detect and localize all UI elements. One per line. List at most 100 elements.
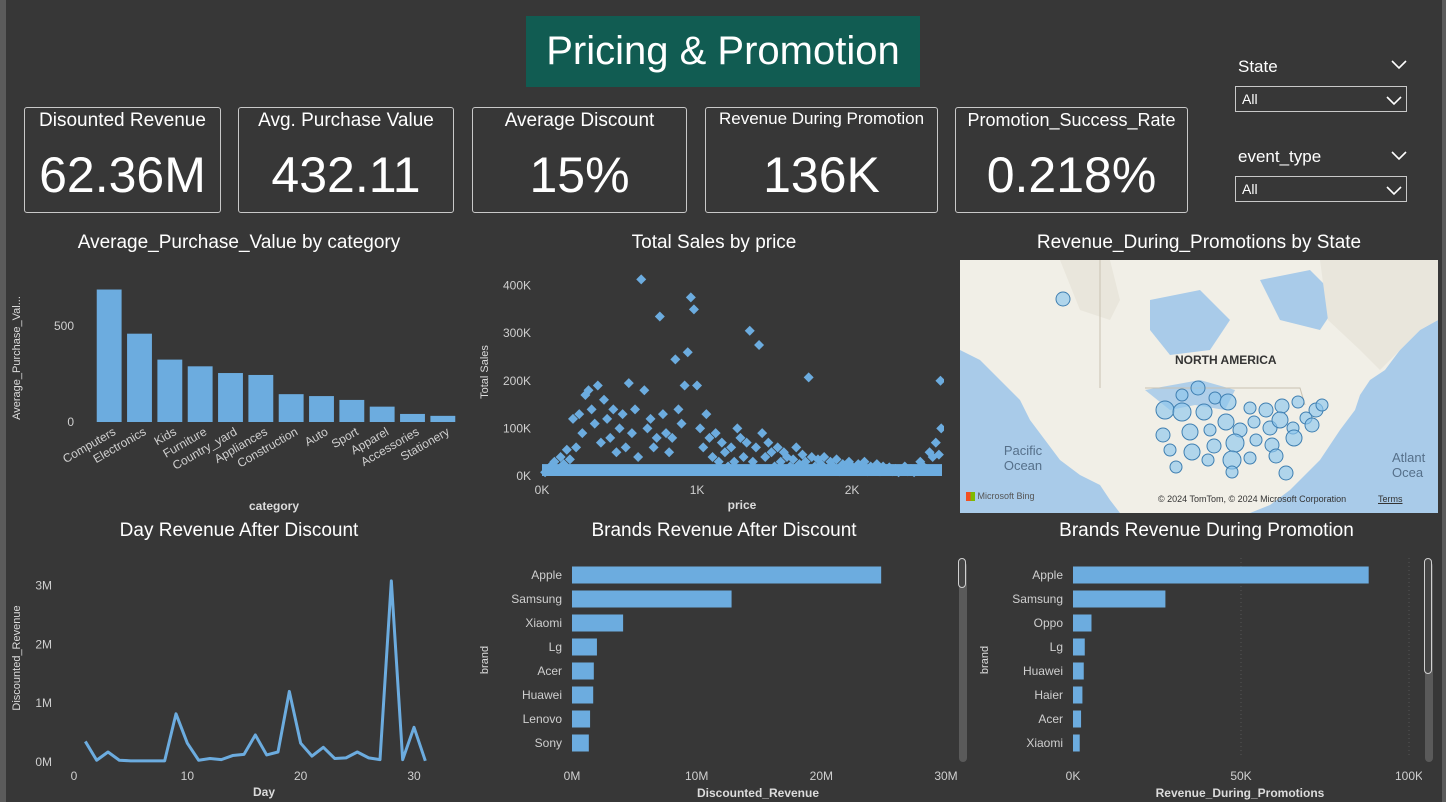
bar xyxy=(572,638,597,656)
y-tick-label: 0K xyxy=(516,469,531,483)
bar xyxy=(1073,566,1369,584)
kpi-label: Disounted Revenue xyxy=(39,110,206,131)
scatter-point xyxy=(611,447,622,458)
state-slicer-value: All xyxy=(1242,91,1258,107)
scatter-point xyxy=(744,325,755,336)
x-tick-label: 30M xyxy=(934,769,957,783)
kpi-label: Average Discount xyxy=(504,110,655,131)
event-type-slicer-dropdown[interactable]: All xyxy=(1235,176,1407,202)
map-bubble xyxy=(1243,401,1257,415)
chevron-down-icon xyxy=(1386,186,1402,196)
scatter-point xyxy=(716,437,727,448)
scatter-point xyxy=(642,423,653,434)
chevron-down-icon[interactable] xyxy=(1391,151,1407,161)
y-tick-label: 100K xyxy=(503,421,531,435)
brands-promo-bar-chart[interactable]: Apple Samsung Oppo Lg Huawei Haier Acer Xiaomi 0… xyxy=(972,548,1422,802)
x-tick-label: Auto xyxy=(302,424,331,449)
bar xyxy=(400,413,425,422)
state-slicer-dropdown[interactable]: All xyxy=(1235,86,1407,112)
kpi-card-avg-purchase-value[interactable]: Avg. Purchase Value 432.11 xyxy=(238,107,454,213)
y-tick-label: Lg xyxy=(549,640,562,654)
brands-promo-chart-title: Brands Revenue During Promotion xyxy=(1059,520,1354,541)
kpi-value: 136K xyxy=(763,147,880,203)
scatter-point xyxy=(757,428,768,439)
map-bubble xyxy=(1247,415,1261,429)
kpi-label: Promotion_Success_Rate xyxy=(967,110,1176,130)
y-tick-label: Lenovo xyxy=(523,712,563,726)
scatter-point xyxy=(936,423,944,434)
y-tick-label: 0M xyxy=(35,755,52,769)
x-axis-title: Revenue_During_Promotions xyxy=(1156,786,1325,800)
map-bubble xyxy=(1219,393,1237,411)
y-tick-label: Acer xyxy=(537,664,562,678)
scatter-point xyxy=(688,304,699,315)
kpi-value: 62.36M xyxy=(39,147,206,203)
map-bubble xyxy=(1285,429,1303,447)
state-slicer-label: State xyxy=(1238,57,1278,76)
x-axis-title: category xyxy=(249,499,299,513)
bar xyxy=(572,614,624,632)
scatter-point xyxy=(626,428,637,439)
x-axis-title: Day xyxy=(253,785,275,799)
brands-discount-bar-chart[interactable]: Apple Samsung Xiaomi Lg Acer Huawei Lenovo Sony… xyxy=(472,548,958,802)
map-bubble xyxy=(1055,291,1071,307)
y-axis-title: brand xyxy=(479,646,491,674)
scatter-point xyxy=(682,347,693,358)
sales-price-scatter-chart[interactable]: 0K 100K 200K 300K 400K 0K 1K 2K price Total Sales xyxy=(472,258,944,518)
kpi-card-revenue-during-promotion[interactable]: Revenue During Promotion 136K xyxy=(705,107,938,213)
kpi-card-discounted-revenue[interactable]: Disounted Revenue 62.36M xyxy=(24,107,221,213)
sales-price-chart-title: Total Sales by price xyxy=(631,232,797,253)
scatter-point xyxy=(605,432,616,443)
scatter-point xyxy=(657,409,668,420)
scatter-point xyxy=(589,418,600,429)
map-bubble xyxy=(1175,388,1189,402)
bar xyxy=(1073,734,1080,752)
map-bubble xyxy=(1249,433,1263,447)
map-bubble xyxy=(1169,460,1183,474)
scatter-point xyxy=(692,380,703,391)
kpi-value: 432.11 xyxy=(271,147,421,203)
bar xyxy=(572,686,594,704)
y-axis-title: brand xyxy=(979,646,991,674)
scatter-point xyxy=(763,437,774,448)
scatter-point xyxy=(695,423,706,434)
scatter-point xyxy=(571,442,582,453)
y-tick-label: 0 xyxy=(67,415,74,429)
kpi-card-average-discount[interactable]: Average Discount 15% xyxy=(472,107,687,213)
map-bubble xyxy=(1181,423,1199,441)
bar xyxy=(1073,662,1084,680)
bar xyxy=(572,734,589,752)
scatter-point xyxy=(648,442,659,453)
map-bubble xyxy=(1225,465,1239,479)
scatter-point xyxy=(608,404,619,415)
y-tick-label: Lg xyxy=(1050,640,1063,654)
scrollbar-thumb[interactable] xyxy=(1424,558,1432,674)
map-bubble xyxy=(1271,411,1289,429)
scrollbar-thumb[interactable] xyxy=(958,558,966,588)
bar xyxy=(1073,590,1166,608)
map-bubble xyxy=(1208,391,1222,405)
day-revenue-line-chart[interactable]: 0M 1M 2M 3M 0 10 20 30 Day Discounted_Revenue xyxy=(8,548,468,802)
scatter-point xyxy=(670,354,681,365)
chevron-down-icon[interactable] xyxy=(1391,60,1407,70)
promotion-state-map[interactable]: NORTH AMERICA Pacific Ocean Atlant Ocea … xyxy=(960,260,1438,513)
kpi-card-promotion-success-rate[interactable]: Promotion_Success_Rate 0.218% xyxy=(955,107,1188,213)
y-axis-title: Discounted_Revenue xyxy=(11,605,23,710)
map-bubble xyxy=(1172,402,1192,422)
bar xyxy=(572,662,594,680)
bar xyxy=(187,366,213,422)
y-tick-label: 500 xyxy=(54,319,74,333)
y-tick-label: 200K xyxy=(503,374,531,388)
avg-purchase-bar-chart[interactable]: 0500ComputersElectronics KidsFurnitureCou… xyxy=(8,258,468,518)
y-tick-label: Huawei xyxy=(1023,664,1063,678)
scrollbar-track[interactable] xyxy=(959,562,967,762)
y-tick-label: Xiaomi xyxy=(1026,736,1063,750)
map-bubble xyxy=(1206,438,1222,454)
y-tick-label: Haier xyxy=(1034,688,1063,702)
y-tick-label: Apple xyxy=(1032,568,1063,582)
bar xyxy=(157,359,183,422)
bar xyxy=(309,396,334,422)
scatter-point xyxy=(803,372,814,383)
y-axis-title: Average_Purchase_Val... xyxy=(11,296,23,420)
scatter-point xyxy=(664,447,675,458)
